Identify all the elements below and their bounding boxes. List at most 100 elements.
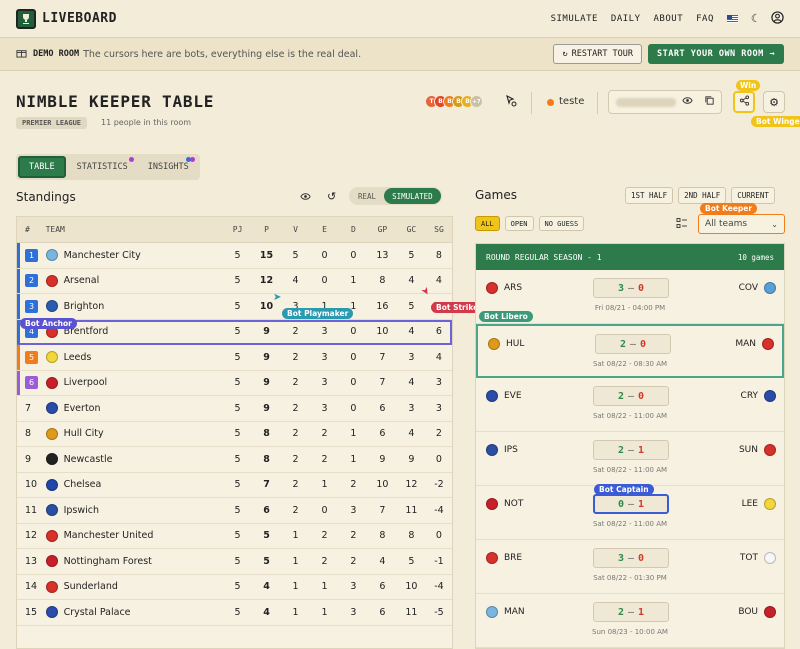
score-input[interactable]: 2–1 — [593, 602, 669, 622]
position-badge: 2 — [25, 274, 38, 288]
team-name: Crystal Palace — [63, 606, 131, 618]
game-card[interactable]: EVE 2–0 CRY Sat 08/22 - 11:00 AM — [476, 378, 784, 432]
game-card[interactable]: IPS 2–1 SUN Sat 08/22 - 11:00 AM — [476, 432, 784, 486]
col-v: V — [293, 225, 298, 234]
away-score: 1 — [638, 498, 645, 510]
filter-all[interactable]: ALL — [475, 216, 500, 231]
team-crest-icon — [45, 453, 58, 466]
home-team: ARS — [486, 282, 522, 294]
team-crest-icon — [486, 444, 498, 456]
score-input[interactable]: 2–0 — [593, 386, 669, 406]
score-input[interactable]: 2–1 — [593, 440, 669, 460]
cell-sg: -2 — [434, 479, 444, 491]
home-team-code: MAN — [504, 607, 525, 617]
away-team-code: TOT — [739, 553, 758, 563]
team-crest-icon — [764, 390, 776, 402]
tab-table[interactable]: TABLE — [18, 156, 66, 178]
table-row[interactable]: 13 Nottingham Forest 5 5 1 2 2 4 5 -1 — [17, 549, 452, 575]
team-crest-icon — [45, 249, 58, 262]
language-flag-icon[interactable] — [726, 14, 738, 23]
table-row[interactable]: 3Brighton51031116511 — [17, 294, 452, 320]
cell-v: 1 — [292, 606, 299, 618]
team-name: Nottingham Forest — [63, 555, 152, 567]
tab-insights-label: INSIGHTS — [147, 162, 189, 172]
game-card[interactable]: HUL 2–0 MAN Sat 08/22 - 08:30 AM — [476, 324, 784, 378]
game-card[interactable]: BRE 3–0 TOT Sat 08/22 - 01:30 PM — [476, 540, 784, 594]
position-number: 9 — [25, 453, 32, 465]
filter-2nd-half[interactable]: 2ND HALF — [678, 187, 727, 204]
filter-open[interactable]: OPEN — [504, 216, 534, 231]
away-team-code: MAN — [735, 339, 756, 349]
table-row[interactable]: 9 Newcastle 5 8 2 2 1 9 9 0 — [17, 447, 452, 473]
game-card[interactable]: MAN 2–1 BOU Sun 08/23 - 10:00 AM — [476, 594, 784, 648]
table-row[interactable]: 5 Leeds 5 9 2 3 0 7 3 4 — [17, 345, 452, 371]
home-team-code: ARS — [504, 283, 523, 293]
demo-room-label: DEMO ROOM — [33, 49, 80, 59]
toggle-real[interactable]: REAL — [350, 188, 384, 204]
moon-icon[interactable]: ☾ — [751, 12, 758, 25]
cell-pj: 5 — [234, 300, 241, 312]
nav-link-daily[interactable]: DAILY — [611, 14, 641, 24]
cell-pos: 7 — [17, 403, 46, 414]
game-date: Sun 08/23 - 10:00 AM — [592, 628, 668, 636]
position-number: 11 — [25, 504, 38, 516]
cell-p: 9 — [263, 402, 270, 414]
table-row[interactable]: 11 Ipswich 5 6 2 0 3 7 11 -4 — [17, 498, 452, 524]
table-row[interactable]: 2 Arsenal 5 12 4 0 1 8 4 4 — [17, 268, 452, 294]
list-view-icon[interactable] — [676, 217, 688, 232]
history-icon[interactable]: ↺ — [327, 190, 336, 203]
tab-statistics[interactable]: STATISTICS — [68, 156, 137, 178]
position-number: 14 — [25, 581, 38, 593]
team-name: Chelsea — [63, 479, 102, 491]
user-circle-icon[interactable] — [771, 10, 784, 27]
cell-sg: -1 — [434, 555, 444, 567]
round-header: ROUND REGULAR SEASON - 1 10 games — [476, 244, 784, 270]
table-row[interactable]: 4 Brentford 5 9 2 3 0 10 4 6 — [17, 319, 452, 345]
cell-pj: 5 — [234, 581, 241, 593]
cell-pos: 6 — [17, 376, 46, 390]
table-row[interactable]: 1 Manchester City 5 15 5 0 0 13 5 8 — [17, 243, 452, 269]
copy-icon[interactable] — [704, 95, 715, 109]
position-badge: 1 — [25, 248, 38, 262]
table-row[interactable]: 15 Crystal Palace 5 4 1 1 3 6 11 -5 — [17, 600, 452, 626]
teams-select[interactable]: All teams ⌄ — [698, 214, 785, 234]
avatar-stack[interactable]: T B B B B +7 — [425, 95, 483, 108]
share-button[interactable] — [733, 91, 755, 113]
score-input[interactable]: 3–0 — [593, 278, 669, 298]
settings-button[interactable]: ⚙ — [763, 91, 785, 113]
score-input[interactable]: 0–1 — [593, 494, 669, 514]
table-row[interactable]: 7 Everton 5 9 2 3 0 6 3 3 — [17, 396, 452, 422]
cursor-toggle-icon[interactable] — [505, 94, 517, 110]
tab-insights[interactable]: INSIGHTS — [139, 156, 198, 178]
game-date: Sat 08/22 - 01:30 PM — [593, 574, 667, 582]
table-row[interactable]: 12 Manchester United 5 5 1 2 2 8 8 0 — [17, 524, 452, 549]
nav-link-about[interactable]: ABOUT — [654, 14, 684, 24]
restart-tour-button[interactable]: ↻ RESTART TOUR — [553, 44, 643, 64]
nav-link-simulate[interactable]: SIMULATE — [551, 14, 598, 24]
room-link-field[interactable] — [608, 90, 722, 114]
score-input[interactable]: 2–0 — [595, 334, 671, 354]
away-score: 0 — [638, 390, 645, 402]
bot-tag-anchor: Bot Anchor — [20, 318, 77, 329]
bot-tag-playmaker: Bot Playmaker — [282, 308, 354, 319]
score-input[interactable]: 3–0 — [593, 548, 669, 568]
logo[interactable]: LIVEBOARD — [16, 8, 117, 29]
table-header: # TEAM PJ P V E D GP GC SG — [17, 217, 452, 243]
team-name: Hull City — [63, 428, 104, 440]
start-own-room-button[interactable]: START YOUR OWN ROOM → — [648, 44, 784, 64]
eye-icon[interactable] — [682, 95, 693, 109]
cell-pj: 5 — [234, 453, 241, 465]
notification-dot — [128, 157, 134, 162]
eye-icon[interactable] — [300, 191, 311, 205]
cell-pj: 5 — [234, 326, 241, 338]
cell-pj: 5 — [234, 606, 241, 618]
table-row[interactable]: 10 Chelsea 5 7 2 1 2 10 12 -2 — [17, 473, 452, 498]
table-row[interactable]: 6 Liverpool 5 9 2 3 0 7 4 3 — [17, 370, 452, 396]
nav-link-faq[interactable]: FAQ — [696, 14, 714, 24]
filter-no-guess[interactable]: NO GUESS — [538, 216, 585, 231]
filter-current[interactable]: CURRENT — [731, 187, 775, 204]
toggle-simulated[interactable]: SIMULATED — [384, 188, 441, 204]
filter-1st-half[interactable]: 1ST HALF — [625, 187, 674, 204]
table-row[interactable]: 14 Sunderland 5 4 1 1 3 6 10 -4 — [17, 575, 452, 600]
table-row[interactable]: 8 Hull City 5 8 2 2 1 6 4 2 — [17, 422, 452, 447]
